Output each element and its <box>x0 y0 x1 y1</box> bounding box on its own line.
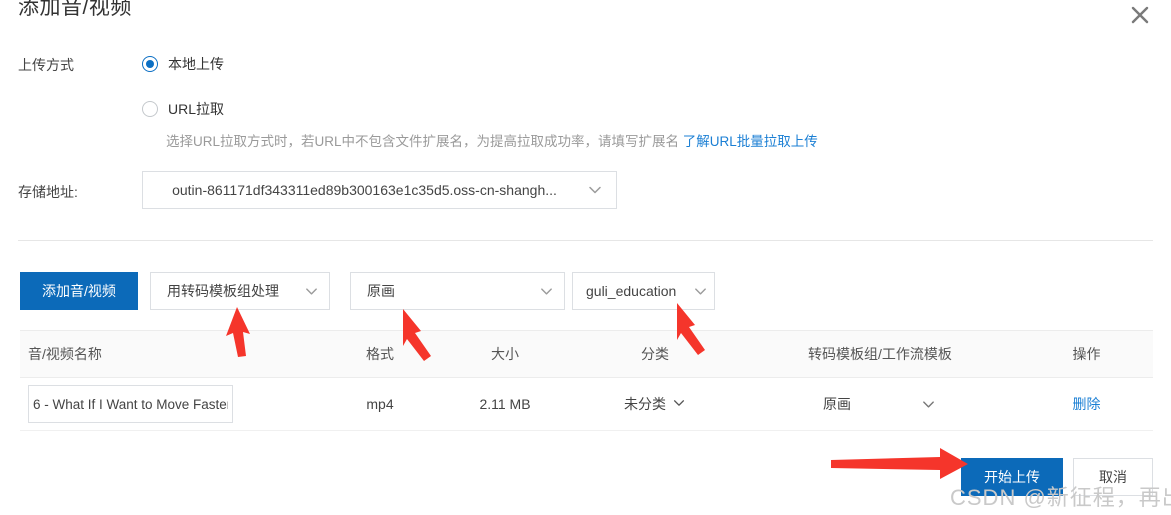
radio-local-upload-label: 本地上传 <box>168 56 224 72</box>
radio-url-fetch-label: URL拉取 <box>168 101 225 117</box>
chevron-down-icon <box>293 284 329 299</box>
column-header-format: 格式 <box>366 346 394 362</box>
quality-select[interactable]: 原画 <box>350 272 565 310</box>
row-category-select[interactable]: 未分类 <box>624 394 686 414</box>
storage-address-value: outin-861171df343311ed89b300163e1c35d5.o… <box>172 182 557 198</box>
category-value: guli_education <box>586 283 677 299</box>
column-header-template: 转码模板组/工作流模板 <box>808 346 952 362</box>
radio-url-fetch[interactable]: URL拉取 <box>142 99 224 119</box>
chevron-down-icon <box>672 396 686 413</box>
table-row: mp4 2.11 MB 未分类 原画 <box>20 378 1153 431</box>
column-header-action: 操作 <box>1072 346 1101 362</box>
radio-url-fetch-mark <box>142 101 158 117</box>
csdn-watermark: CSDN @新征程，再出发 <box>950 485 1171 510</box>
chevron-down-icon <box>528 284 564 299</box>
row-template-value: 原画 <box>823 396 851 412</box>
upload-mode-label: 上传方式 <box>18 57 74 73</box>
storage-address-label: 存储地址: <box>18 184 78 200</box>
column-header-category: 分类 <box>641 346 669 362</box>
url-fetch-hint-text: 选择URL拉取方式时，若URL中不包含文件扩展名，为提高拉取成功率，请填写扩展名 <box>166 134 680 149</box>
cell-size: 2.11 MB <box>479 396 531 412</box>
chevron-down-icon <box>885 397 971 412</box>
cell-format: mp4 <box>366 396 394 412</box>
url-fetch-hint: 选择URL拉取方式时，若URL中不包含文件扩展名，为提高拉取成功率，请填写扩展名… <box>166 130 818 150</box>
table-header-row: 音/视频名称 格式 大小 分类 转码模板组/工作流模板 操作 <box>20 330 1153 378</box>
section-divider <box>18 240 1153 241</box>
radio-local-upload-mark <box>142 56 158 72</box>
delete-row-button[interactable]: 删除 <box>1073 396 1101 412</box>
column-header-name: 音/视频名称 <box>28 346 102 362</box>
category-select[interactable]: guli_education <box>572 272 715 310</box>
row-template-select[interactable]: 原画 <box>740 394 1020 414</box>
url-batch-fetch-link[interactable]: 了解URL批量拉取上传 <box>683 134 818 149</box>
row-category-value: 未分类 <box>624 396 666 412</box>
quality-value: 原画 <box>367 283 395 299</box>
radio-local-upload[interactable]: 本地上传 <box>142 54 224 74</box>
column-header-size: 大小 <box>491 346 519 362</box>
transcode-group-value: 用转码模板组处理 <box>167 283 279 299</box>
annotation-arrow-4 <box>831 448 968 479</box>
close-icon[interactable] <box>1125 0 1155 30</box>
chevron-down-icon <box>686 284 714 299</box>
transcode-group-select[interactable]: 用转码模板组处理 <box>150 272 330 310</box>
media-name-input[interactable] <box>28 385 233 423</box>
annotation-arrows <box>226 303 968 479</box>
page-title: 添加音/视频 <box>18 0 132 19</box>
chevron-down-icon <box>574 182 616 198</box>
add-media-dialog: 添加音/视频 上传方式 本地上传 URL拉取 选择URL拉取方式时，若URL中不… <box>0 0 1171 515</box>
media-table: 音/视频名称 格式 大小 分类 转码模板组/工作流模板 操作 mp4 2.11 … <box>20 330 1153 431</box>
storage-address-select[interactable]: outin-861171df343311ed89b300163e1c35d5.o… <box>142 171 617 209</box>
add-media-button[interactable]: 添加音/视频 <box>20 272 138 310</box>
